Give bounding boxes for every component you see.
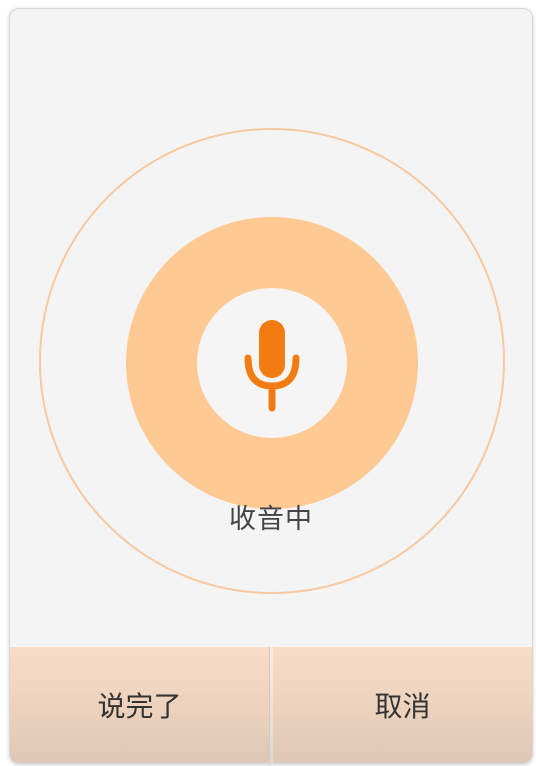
dialog-button-bar: 说完了 取消 [10,647,532,763]
listening-status-label: 收音中 [229,504,313,535]
cancel-button[interactable]: 取消 [273,647,532,763]
microphone-icon [244,320,300,412]
voice-input-dialog: 收音中 说完了 取消 [9,8,533,764]
listening-area: 收音中 [10,9,532,647]
finish-speaking-button[interactable]: 说完了 [10,647,269,763]
